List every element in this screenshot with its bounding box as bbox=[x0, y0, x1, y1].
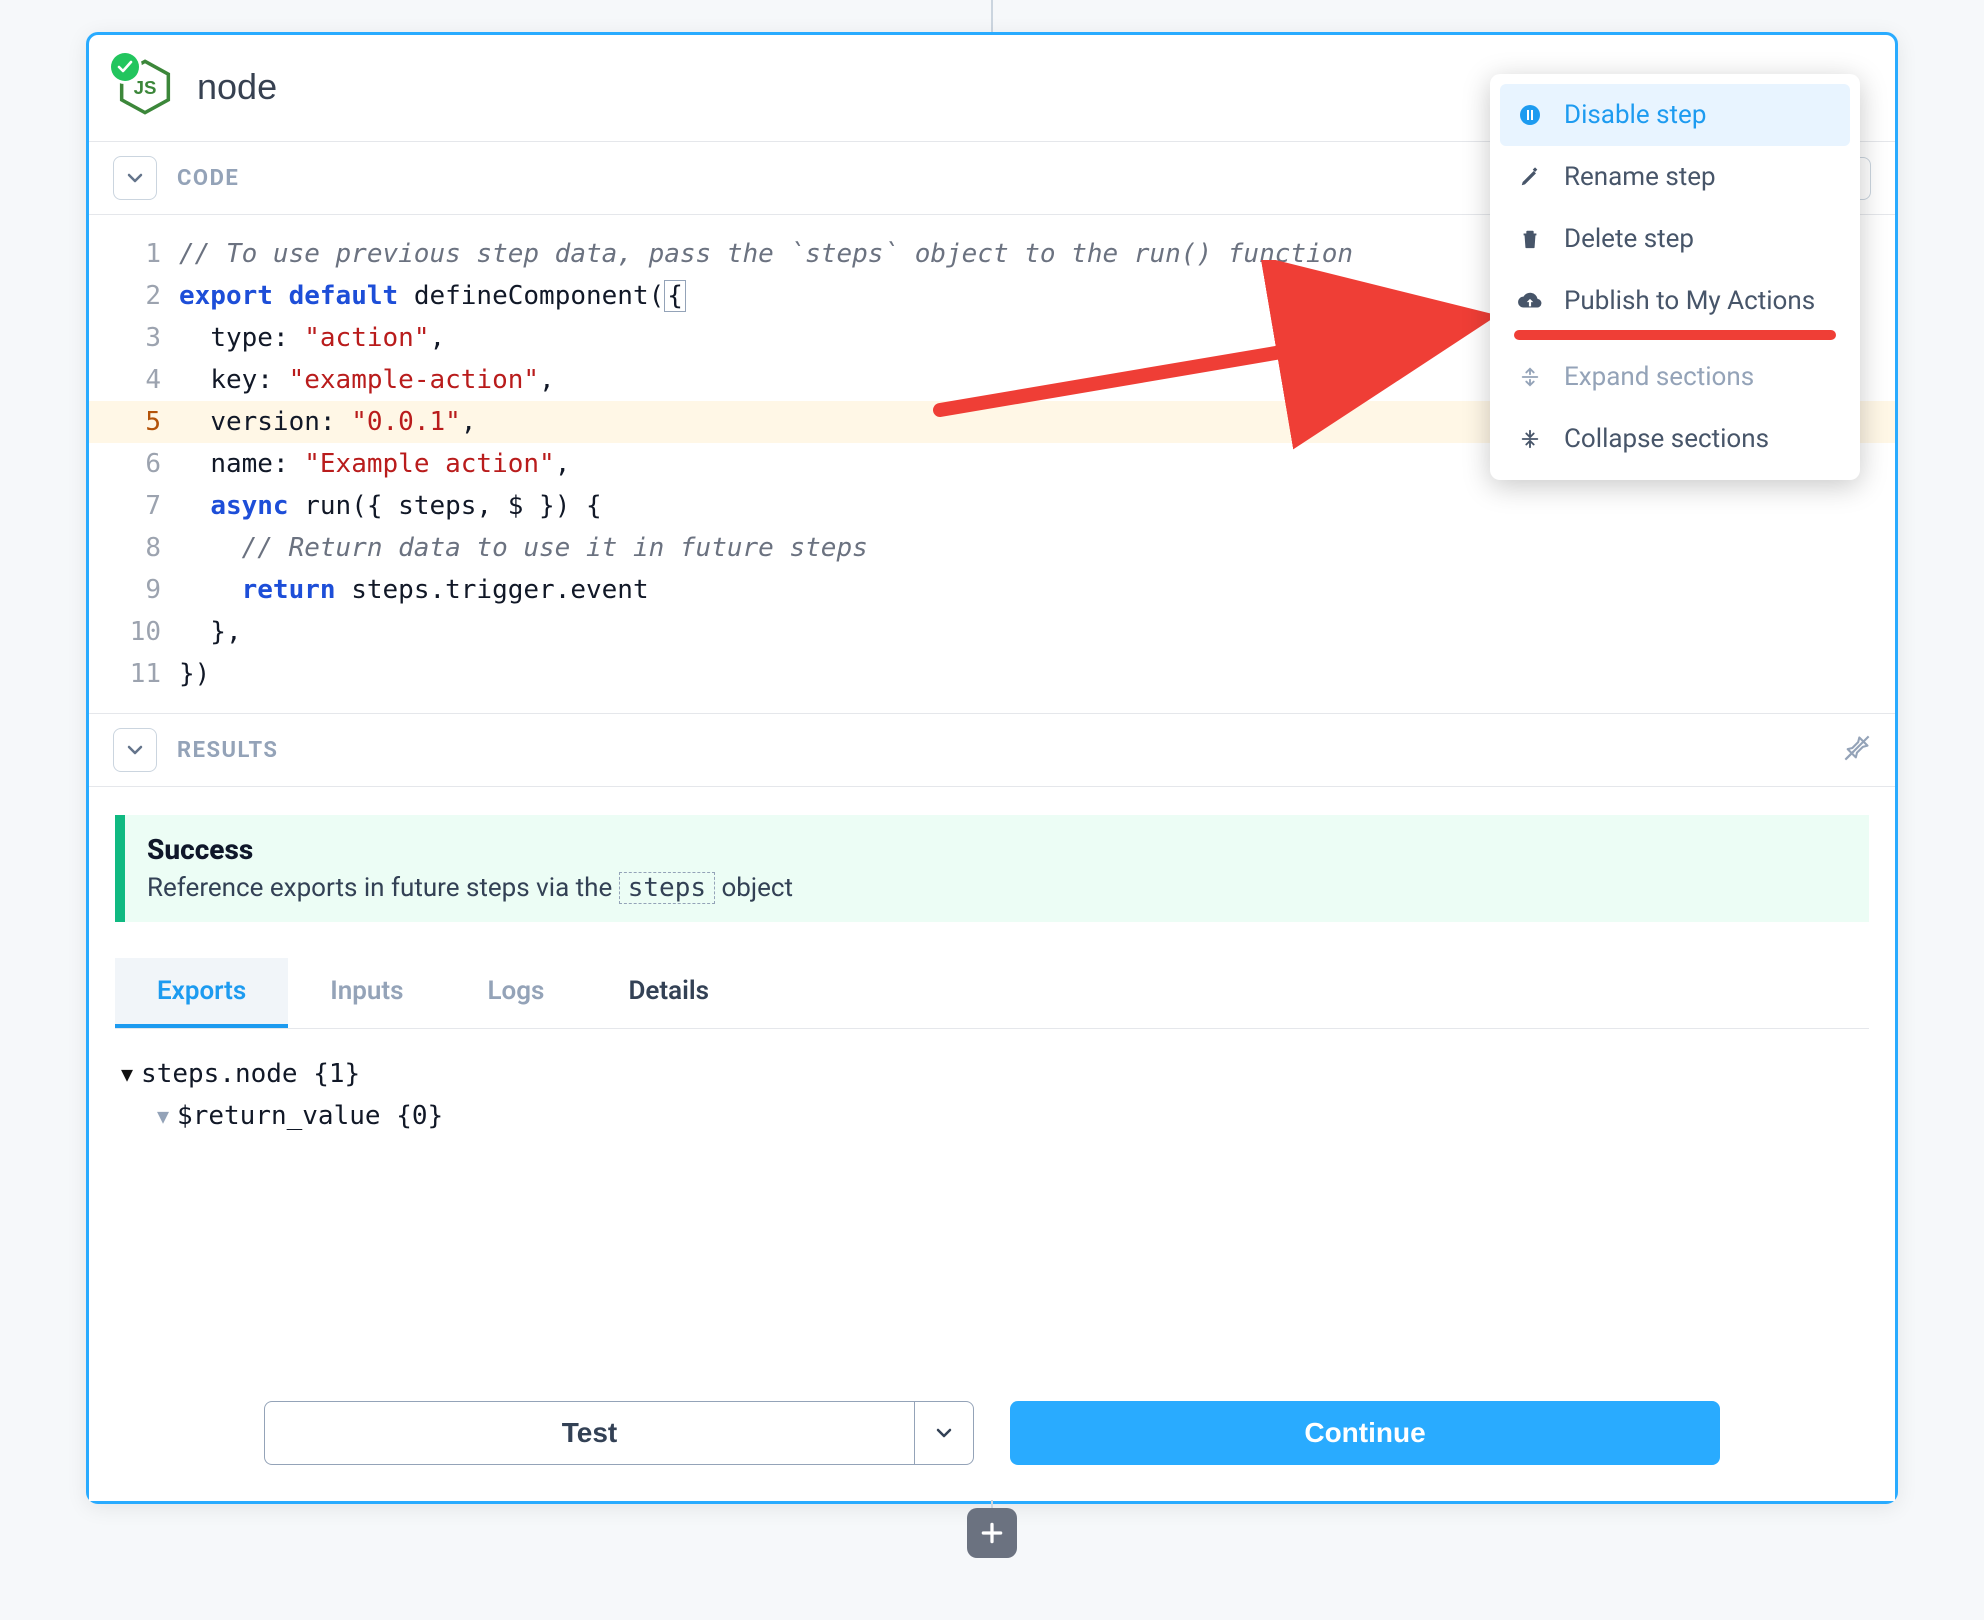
pause-icon bbox=[1516, 101, 1544, 129]
tree-child-label: $return_value {0} bbox=[177, 1101, 443, 1131]
check-badge-icon bbox=[111, 53, 139, 81]
code-line-7: async run({ steps, $ }) { bbox=[179, 485, 1895, 527]
test-button-group: Test bbox=[264, 1401, 974, 1465]
tab-exports[interactable]: Exports bbox=[115, 958, 288, 1028]
continue-button[interactable]: Continue bbox=[1010, 1401, 1720, 1465]
step-menu: Disable step Rename step Delete step Pub… bbox=[1490, 74, 1860, 480]
tab-inputs[interactable]: Inputs bbox=[288, 958, 445, 1028]
code-line-8: // Return data to use it in future steps bbox=[179, 527, 1895, 569]
triangle-down-icon: ▼ bbox=[157, 1104, 169, 1128]
connector-line-top bbox=[991, 0, 993, 32]
menu-item-collapse[interactable]: Collapse sections bbox=[1500, 408, 1850, 470]
tab-details[interactable]: Details bbox=[586, 958, 751, 1028]
results-section-label: RESULTS bbox=[177, 738, 278, 763]
menu-label: Delete step bbox=[1564, 224, 1694, 254]
triangle-down-icon: ▼ bbox=[121, 1062, 133, 1086]
plus-icon bbox=[979, 1520, 1005, 1546]
tree-root-label: steps.node {1} bbox=[141, 1059, 360, 1089]
exports-tree: ▼ steps.node {1} ▼ $return_value {0} bbox=[121, 1053, 1863, 1137]
test-dropdown-button[interactable] bbox=[914, 1401, 974, 1465]
tree-row-root[interactable]: ▼ steps.node {1} bbox=[121, 1053, 1863, 1095]
code-line-10: }, bbox=[179, 611, 1895, 653]
gutter: 1 2 3 4 5 6 7 8 9 10 11 bbox=[89, 233, 179, 695]
menu-label: Disable step bbox=[1564, 100, 1706, 130]
code-line-1: // To use previous step data, pass the `… bbox=[179, 239, 1353, 269]
menu-item-rename[interactable]: Rename step bbox=[1500, 146, 1850, 208]
code-collapse-toggle[interactable] bbox=[113, 156, 157, 200]
svg-text:JS: JS bbox=[134, 77, 157, 98]
trash-icon bbox=[1516, 225, 1544, 253]
cloud-upload-icon bbox=[1516, 287, 1544, 315]
code-line-9: return steps.trigger.event bbox=[179, 569, 1895, 611]
success-banner: Success Reference exports in future step… bbox=[115, 815, 1869, 922]
expand-icon bbox=[1516, 363, 1544, 391]
annotation-underline bbox=[1514, 330, 1836, 340]
pencil-icon bbox=[1516, 163, 1544, 191]
success-title: Success bbox=[147, 833, 793, 866]
menu-label: Rename step bbox=[1564, 162, 1716, 192]
pin-icon[interactable] bbox=[1843, 734, 1871, 766]
tree-row-child[interactable]: ▼ $return_value {0} bbox=[121, 1095, 1863, 1137]
collapse-icon bbox=[1516, 425, 1544, 453]
menu-label: Collapse sections bbox=[1564, 424, 1769, 454]
code-section-label: CODE bbox=[177, 166, 239, 191]
menu-label: Publish to My Actions bbox=[1564, 286, 1815, 316]
results-section-bar: RESULTS bbox=[89, 714, 1895, 787]
results-collapse-toggle[interactable] bbox=[113, 728, 157, 772]
menu-item-expand: Expand sections bbox=[1500, 346, 1850, 408]
results-tabs: Exports Inputs Logs Details bbox=[115, 958, 1869, 1029]
menu-label: Expand sections bbox=[1564, 362, 1754, 392]
menu-item-publish[interactable]: Publish to My Actions bbox=[1500, 270, 1850, 332]
code-line-11: }) bbox=[179, 653, 1895, 695]
tab-logs[interactable]: Logs bbox=[446, 958, 587, 1028]
chevron-down-icon bbox=[125, 740, 145, 760]
steps-chip: steps bbox=[619, 872, 715, 904]
chevron-down-icon bbox=[934, 1423, 954, 1443]
chevron-down-icon bbox=[125, 168, 145, 188]
test-button[interactable]: Test bbox=[264, 1401, 914, 1465]
success-text: Reference exports in future steps via th… bbox=[147, 872, 793, 904]
menu-item-disable[interactable]: Disable step bbox=[1500, 84, 1850, 146]
success-accent bbox=[115, 815, 125, 922]
add-step-button[interactable] bbox=[967, 1508, 1017, 1558]
step-service-icon: JS bbox=[117, 59, 173, 115]
card-footer: Test Continue bbox=[89, 1371, 1895, 1501]
menu-item-delete[interactable]: Delete step bbox=[1500, 208, 1850, 270]
